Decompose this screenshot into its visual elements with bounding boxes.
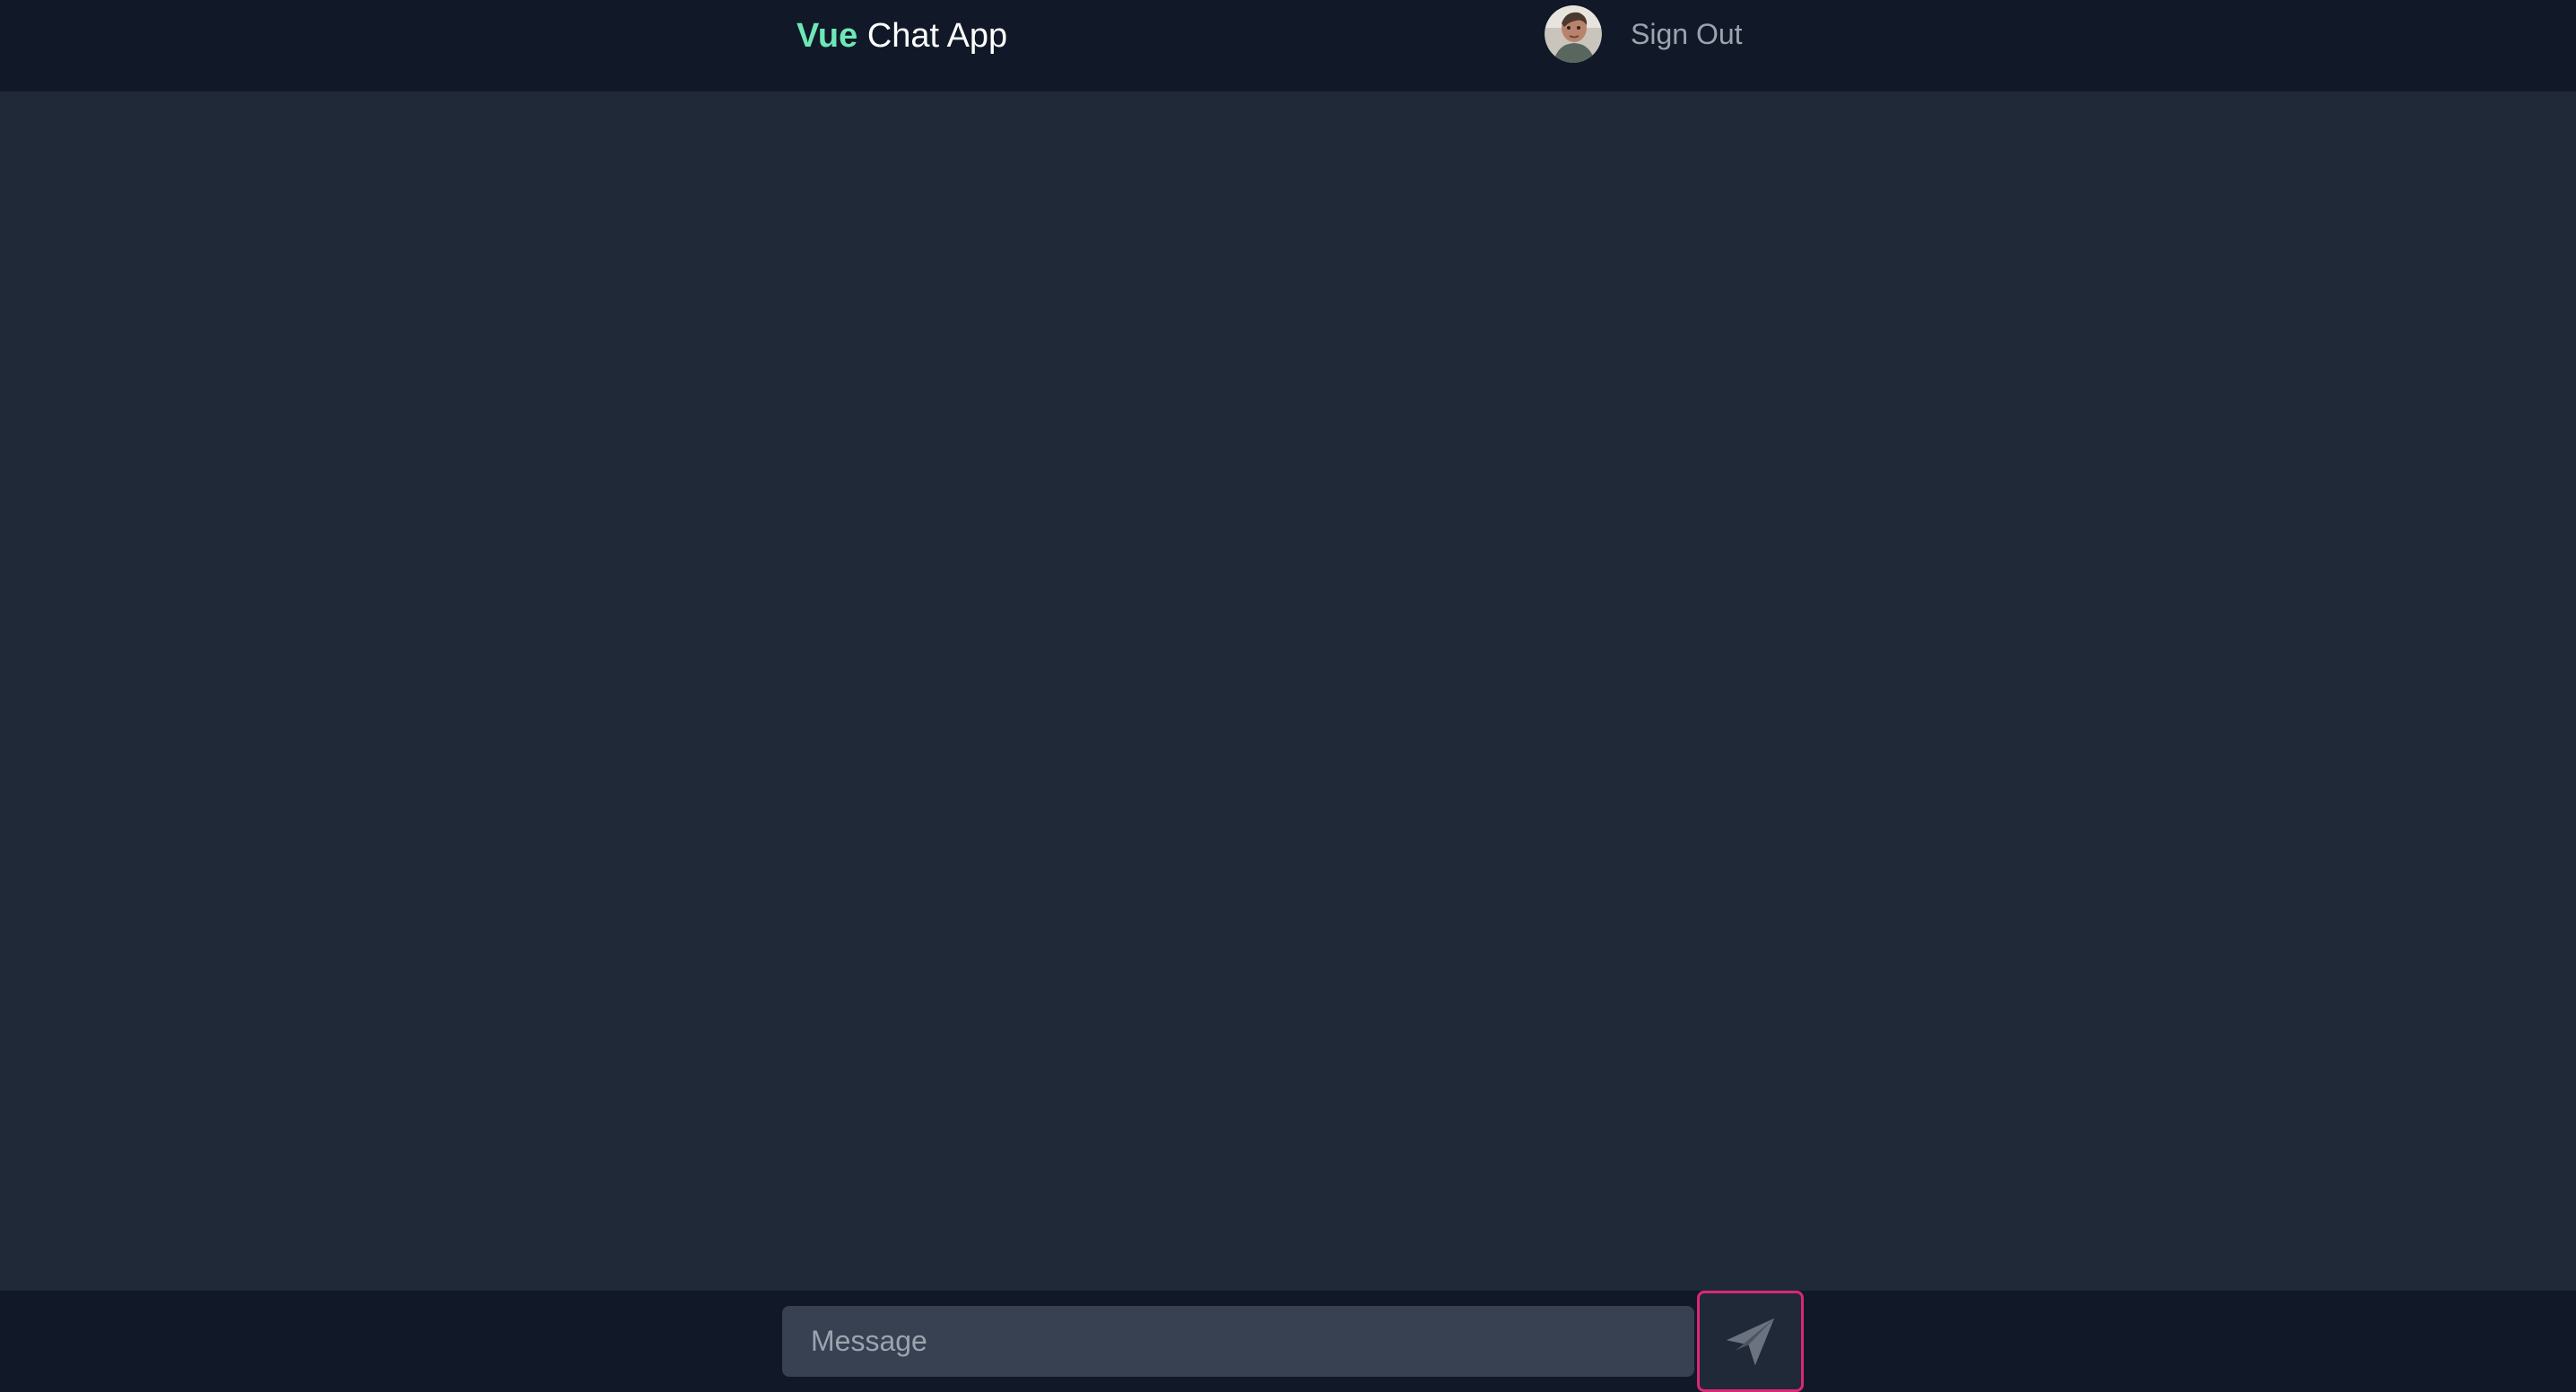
- sign-out-link[interactable]: Sign Out: [1631, 5, 1743, 63]
- chat-messages-area: [0, 91, 2576, 1291]
- app-title-accent: Vue: [796, 17, 858, 55]
- app-header: Vue Chat App Sign Out: [0, 0, 2576, 91]
- user-avatar-icon: [1545, 5, 1602, 63]
- send-button[interactable]: [1697, 1291, 1804, 1392]
- message-input[interactable]: [782, 1306, 1694, 1377]
- user-avatar: [1545, 5, 1602, 63]
- paper-plane-icon: [1726, 1318, 1774, 1365]
- message-composer: [0, 1291, 2576, 1392]
- app-title-text: Chat App: [857, 17, 1008, 55]
- app-title: Vue Chat App: [796, 13, 1007, 59]
- user-area: Sign Out: [1545, 5, 1743, 63]
